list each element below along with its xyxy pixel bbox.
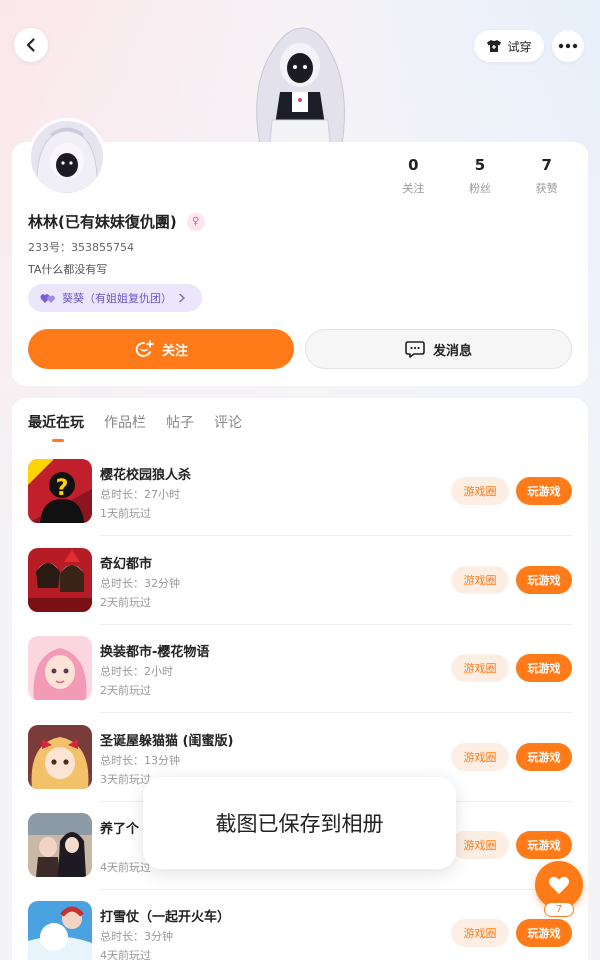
username: 林林(已有妹妹復仇團) [28,213,177,231]
game-row[interactable]: 奇幻都市 总时长：32分钟 2天前玩过 游戏圈 玩游戏 [28,548,588,636]
avatar[interactable] [28,118,106,196]
like-count: 7 [544,902,574,917]
try-on-label: 试穿 [507,39,532,54]
game-title: 奇幻都市 [100,557,153,572]
play-game-button[interactable]: 玩游戏 [516,654,572,682]
game-thumbnail: ? [28,459,92,523]
game-circle-button[interactable]: 游戏圈 [451,654,509,682]
tab-recent-games[interactable]: 最近在玩 [28,412,84,432]
add-follow-icon [135,340,154,357]
stat-label: 获赞 [535,182,558,195]
female-icon: ♀ [186,212,205,231]
game-row[interactable]: 打雪仗（一起开火车） 总时长：3分钟 4天前玩过 游戏圈 玩游戏 [28,901,588,960]
stat-value: 7 [541,156,552,174]
game-thumbnail [28,548,92,612]
game-thumbnail [28,725,92,789]
more-button[interactable] [552,30,584,62]
heart-icon [549,876,569,894]
row-divider [100,712,572,713]
play-game-button[interactable]: 玩游戏 [516,919,572,947]
chevron-left-icon [26,38,35,52]
more-dots-icon [558,43,578,49]
stat-value: 5 [474,156,486,174]
game-row[interactable]: ? 樱花校园狼人杀 总时长：27小时 1天前玩过 游戏圈 玩游戏 [28,459,588,547]
play-game-button[interactable]: 玩游戏 [516,477,572,505]
stat-value: 0 [408,156,419,174]
game-duration: 总时长：3分钟 [100,930,173,943]
game-title: 打雪仗（一起开火车） [100,910,231,925]
game-last-played: 2天前玩过 [100,596,151,609]
stat-label: 粉丝 [469,182,491,195]
game-duration: 总时长：32分钟 [100,577,180,590]
try-on-button[interactable]: 试穿 [474,30,544,62]
game-circle-button[interactable]: 游戏圈 [451,477,509,505]
tab-comments[interactable]: 评论 [214,412,242,432]
send-message-label: 发消息 [432,343,472,359]
row-divider [100,889,572,890]
chat-icon [405,341,425,358]
stat-following[interactable]: 0 关注 [380,156,447,196]
stat-followers[interactable]: 5 粉丝 [447,156,514,196]
game-thumbnail [28,901,92,960]
game-circle-button[interactable]: 游戏圈 [451,566,509,594]
row-divider [100,624,572,625]
group-tag-label: 葵葵（有姐姐复仇团） [62,292,172,305]
play-game-button[interactable]: 玩游戏 [516,743,572,771]
stat-label: 关注 [402,182,425,195]
send-message-button[interactable]: 发消息 [305,329,572,369]
svg-text:?: ? [56,476,69,501]
game-last-played: 4天前玩过 [100,861,151,874]
game-thumbnail [28,636,92,700]
game-duration: 总时长：27小时 [100,488,180,501]
shirt-icon [487,40,502,52]
back-button[interactable] [14,28,48,62]
chevron-right-icon [179,293,186,303]
game-title: 换装都市-樱花物语 [100,645,210,660]
game-title: 樱花校园狼人杀 [100,468,192,483]
character-figure [256,27,345,145]
username-row: 林林(已有妹妹復仇團) ♀ [28,211,205,232]
game-circle-button[interactable]: 游戏圈 [451,831,509,859]
game-circle-button[interactable]: 游戏圈 [451,743,509,771]
play-game-button[interactable]: 玩游戏 [516,831,572,859]
screenshot-saved-toast: 截图已保存到相册 [143,777,456,869]
profile-stats: 0 关注 5 粉丝 7 获赞 [380,156,580,196]
tab-posts[interactable]: 帖子 [166,412,194,432]
double-heart-icon [40,294,55,303]
game-title: 圣诞屋躲猫猫 (闺蜜版) [100,734,234,749]
game-thumbnail [28,813,92,877]
play-game-button[interactable]: 玩游戏 [516,566,572,594]
stat-likes[interactable]: 7 获赞 [513,156,580,196]
content-tabs: 最近在玩 作品栏 帖子 评论 [28,412,242,432]
tab-works[interactable]: 作品栏 [104,412,146,432]
game-row[interactable]: 换装都市-樱花物语 总时长：2小时 2天前玩过 游戏圈 玩游戏 [28,636,588,724]
row-divider [100,535,572,536]
game-last-played: 1天前玩过 [100,507,151,520]
user-bio: TA什么都没有写 [28,263,108,276]
group-tag[interactable]: 葵葵（有姐姐复仇团） [28,284,202,312]
tab-indicator [52,439,64,442]
follow-button[interactable]: 关注 [28,329,294,369]
game-title: 养了个 [100,822,140,837]
avatar-image [31,121,103,193]
game-last-played: 4天前玩过 [100,949,151,960]
game-last-played: 3天前玩过 [100,773,151,786]
user-id: 233号：353855754 [28,241,134,254]
game-duration: 总时长：2小时 [100,665,173,678]
game-circle-button[interactable]: 游戏圈 [451,919,509,947]
follow-label: 关注 [161,343,188,359]
game-duration: 总时长：13分钟 [100,754,180,767]
game-last-played: 2天前玩过 [100,684,151,697]
